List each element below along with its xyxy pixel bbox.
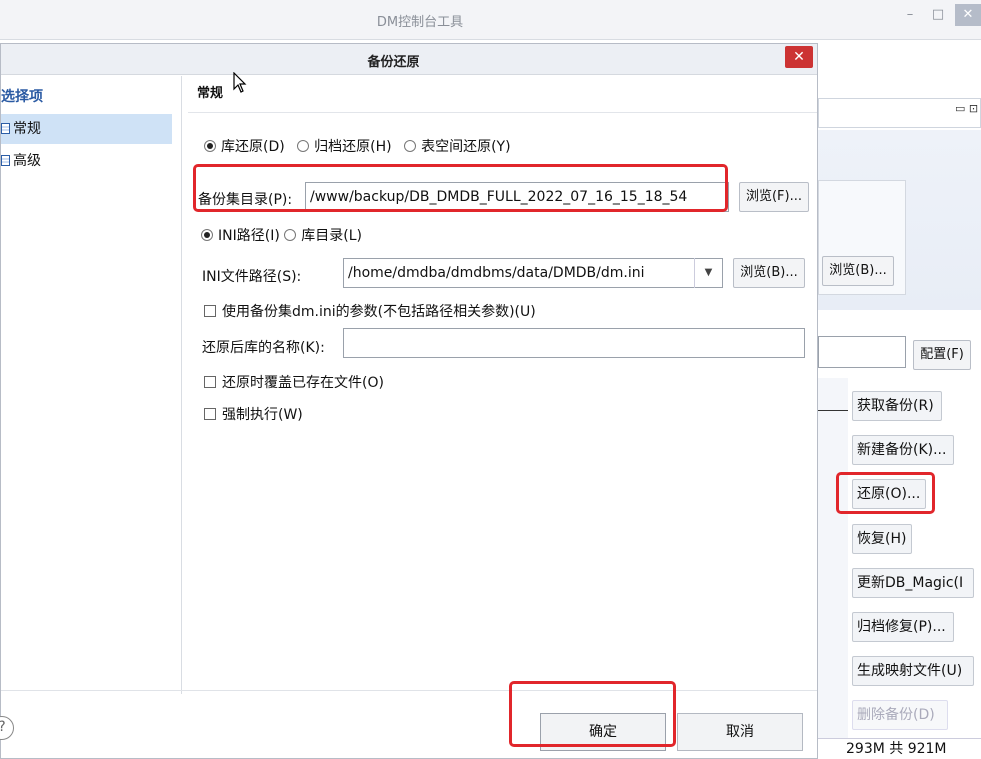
dialog-close-button[interactable]: ✕	[785, 46, 813, 68]
checkbox-label: 强制执行(W)	[222, 407, 303, 423]
nav-item-label: 常规	[13, 121, 41, 137]
checkbox-icon	[204, 408, 216, 420]
nav-item-general[interactable]: 常规	[1, 114, 172, 144]
main-name-field[interactable]	[818, 336, 906, 368]
page-icon	[1, 123, 10, 134]
radio-db-restore[interactable]: 库还原(D)	[204, 139, 285, 155]
radio-unchecked-icon	[297, 140, 310, 152]
checkbox-icon	[204, 376, 216, 388]
radio-label: 表空间还原(Y)	[421, 139, 511, 155]
use-backup-ini-checkbox[interactable]: 使用备份集dm.ini的参数(不包括路径相关参数)(U)	[204, 301, 536, 321]
restore-type-group: 库还原(D) 归档还原(H) 表空间还原(Y)	[204, 136, 519, 156]
nav-item-label: 高级	[13, 153, 41, 169]
radio-unchecked-icon	[284, 229, 297, 241]
recover-button[interactable]: 恢复(H)	[852, 524, 912, 554]
highlight-restore-button	[836, 472, 935, 514]
main-browse-button[interactable]: 浏览(B)...	[822, 256, 894, 286]
checkbox-icon	[204, 305, 216, 317]
bg-divider	[818, 410, 848, 411]
options-nav: 选择项 常规 高级	[1, 76, 182, 694]
checkbox-label: 使用备份集dm.ini的参数(不包括路径相关参数)(U)	[222, 304, 536, 320]
cancel-button[interactable]: 取消	[677, 713, 803, 751]
bg-toolbar-row: ▭ ⊡	[818, 98, 981, 128]
dialog-footer-divider	[1, 690, 817, 691]
section-divider	[188, 112, 817, 113]
path-type-group: INI路径(I) 库目录(L)	[201, 225, 362, 245]
page-icon	[1, 155, 10, 166]
archive-repair-button[interactable]: 归档修复(P)...	[852, 612, 954, 642]
dialog-title: 备份还原	[367, 55, 420, 70]
force-checkbox[interactable]: 强制执行(W)	[204, 404, 303, 424]
bg-list-area	[818, 378, 848, 738]
dialog-titlebar: 备份还原 ✕	[1, 44, 817, 75]
restored-name-label: 还原后库的名称(K):	[202, 340, 325, 356]
ini-path-browse-button[interactable]: 浏览(B)...	[733, 258, 805, 288]
status-text: 293M 共 921M	[818, 738, 981, 759]
generate-map-file-button[interactable]: 生成映射文件(U)	[852, 656, 974, 686]
nav-heading: 选择项	[1, 89, 43, 105]
ini-path-label: INI文件路径(S):	[202, 269, 302, 285]
restored-name-input[interactable]	[343, 328, 805, 358]
radio-tablespace-restore[interactable]: 表空间还原(Y)	[404, 139, 511, 155]
radio-label: INI路径(I)	[218, 228, 280, 244]
checkbox-label: 还原时覆盖已存在文件(O)	[222, 375, 384, 391]
main-close-button[interactable]: ✕	[955, 4, 981, 26]
radio-checked-icon	[201, 229, 213, 241]
radio-label: 库还原(D)	[221, 139, 285, 155]
overwrite-checkbox[interactable]: 还原时覆盖已存在文件(O)	[204, 372, 384, 392]
radio-unchecked-icon	[404, 140, 417, 152]
restore-button[interactable]: □	[925, 4, 951, 26]
configure-button[interactable]: 配置(F)	[913, 340, 971, 370]
radio-label: 库目录(L)	[301, 228, 362, 244]
radio-ini-path[interactable]: INI路径(I)	[201, 228, 280, 244]
new-backup-button[interactable]: 新建备份(K)...	[852, 435, 954, 465]
update-db-magic-button[interactable]: 更新DB_Magic(I	[852, 568, 974, 598]
backup-restore-dialog: 备份还原 ✕ 选择项 常规 高级 常规 库还原(D) 归档还原(H) 表空间还原…	[0, 43, 818, 759]
section-title: 常规	[197, 86, 224, 101]
nav-item-advanced[interactable]: 高级	[1, 146, 172, 176]
radio-checked-icon	[204, 140, 216, 152]
mouse-cursor-icon	[233, 72, 247, 93]
highlight-backup-dir	[193, 164, 728, 212]
backup-dir-browse-button[interactable]: 浏览(F)...	[739, 182, 809, 212]
minimize-button[interactable]: –	[897, 4, 923, 26]
highlight-ok-button	[509, 681, 676, 747]
help-icon[interactable]: ?	[0, 716, 14, 740]
radio-db-dir[interactable]: 库目录(L)	[284, 228, 362, 244]
ini-path-select[interactable]: /home/dmdba/dmdbms/data/DMDB/dm.ini	[343, 258, 723, 288]
main-window-title: DM控制台工具	[376, 15, 464, 30]
get-backup-button[interactable]: 获取备份(R)	[852, 391, 942, 421]
panel-restore-icon: ▭ ⊡	[955, 102, 979, 115]
delete-backup-button[interactable]: 删除备份(D)	[852, 700, 948, 730]
dropdown-arrow-icon[interactable]: ▼	[694, 258, 722, 288]
radio-label: 归档还原(H)	[314, 139, 392, 155]
main-titlebar: DM控制台工具 – □ ✕	[0, 0, 981, 40]
radio-archive-restore[interactable]: 归档还原(H)	[297, 139, 392, 155]
